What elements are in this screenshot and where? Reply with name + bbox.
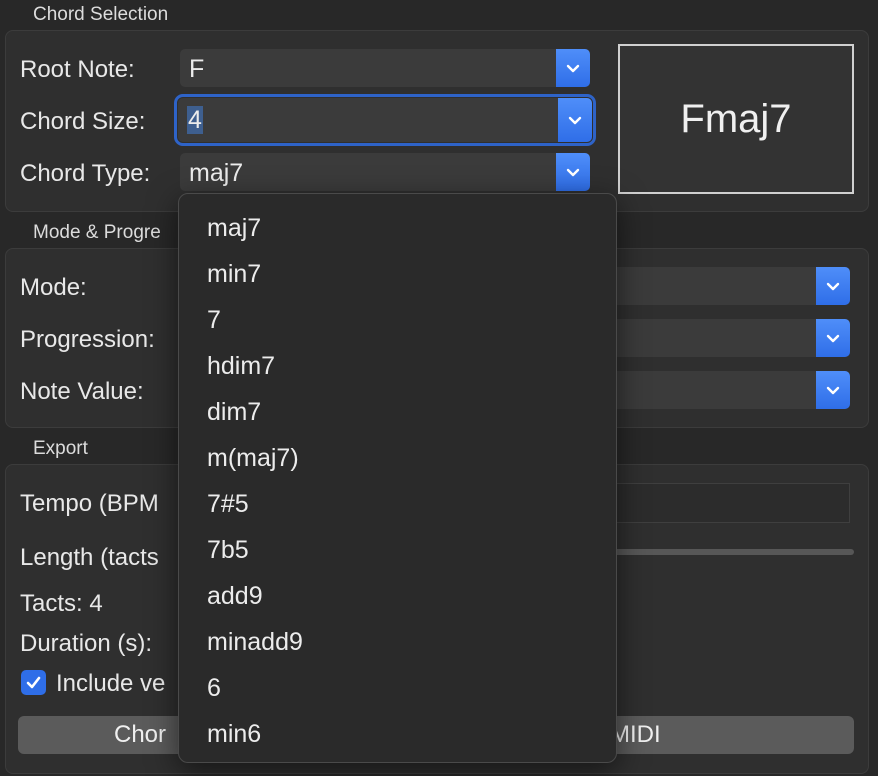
checkmark-icon — [26, 676, 41, 689]
chord-type-select[interactable]: maj7 — [180, 153, 590, 191]
chevron-down-icon[interactable] — [816, 371, 850, 409]
length-label: Length (tacts — [20, 544, 159, 571]
chevron-down-icon[interactable] — [556, 49, 590, 87]
root-note-label: Root Note: — [20, 56, 135, 83]
mode-select[interactable] — [606, 267, 850, 305]
dropdown-option[interactable]: 7#5 — [207, 490, 249, 519]
root-note-value: F — [189, 55, 205, 83]
dropdown-option[interactable]: 7 — [207, 306, 221, 335]
chord-size-value: 4 — [187, 106, 203, 135]
midi-export-button-label: MIDI — [610, 721, 661, 748]
dropdown-option[interactable]: min7 — [207, 260, 261, 289]
dropdown-option[interactable]: hdim7 — [207, 352, 275, 381]
chevron-down-icon[interactable] — [558, 98, 592, 142]
chevron-down-icon[interactable] — [816, 319, 850, 357]
mode-label: Mode: — [20, 274, 87, 301]
chord-display-text: Fmaj7 — [680, 96, 792, 141]
dropdown-option[interactable]: maj7 — [207, 214, 261, 243]
chevron-down-icon[interactable] — [816, 267, 850, 305]
chord-type-dropdown: maj7 min7 7 hdim7 dim7 m(maj7) 7#5 7b5 a… — [178, 193, 617, 763]
mode-progression-title: Mode & Progre — [33, 222, 161, 243]
dropdown-option[interactable]: 7b5 — [207, 536, 249, 565]
dropdown-option[interactable]: m(maj7) — [207, 444, 299, 473]
dropdown-option[interactable]: dim7 — [207, 398, 261, 427]
chord-size-selected-text: 4 — [187, 106, 203, 134]
include-label: Include ve — [56, 670, 166, 697]
chord-type-value: maj7 — [189, 159, 244, 187]
progression-select[interactable] — [606, 319, 850, 357]
dropdown-option[interactable]: minadd9 — [207, 628, 303, 657]
export-title: Export — [33, 438, 88, 459]
chord-type-label: Chord Type: — [20, 160, 151, 187]
tempo-label: Tempo (BPM — [20, 490, 159, 517]
dropdown-option[interactable]: min6 — [207, 720, 261, 749]
chord-size-select[interactable]: 4 — [174, 94, 596, 146]
chord-export-button-label: Chor — [114, 721, 167, 748]
root-note-select[interactable]: F — [180, 49, 590, 87]
chord-selection-title: Chord Selection — [33, 4, 169, 25]
length-slider[interactable] — [606, 549, 854, 555]
note-value-label: Note Value: — [20, 378, 144, 405]
duration-label: Duration (s): — [20, 630, 153, 657]
dropdown-option[interactable]: 6 — [207, 674, 221, 703]
chord-display: Fmaj7 — [618, 44, 854, 194]
dropdown-option[interactable]: add9 — [207, 582, 263, 611]
note-value-select[interactable] — [606, 371, 850, 409]
chord-size-label: Chord Size: — [20, 108, 146, 135]
tempo-input[interactable] — [606, 483, 850, 523]
tacts-label: Tacts: 4 — [20, 590, 103, 617]
chevron-down-icon[interactable] — [556, 153, 590, 191]
include-checkbox[interactable] — [21, 670, 46, 695]
progression-label: Progression: — [20, 326, 155, 353]
